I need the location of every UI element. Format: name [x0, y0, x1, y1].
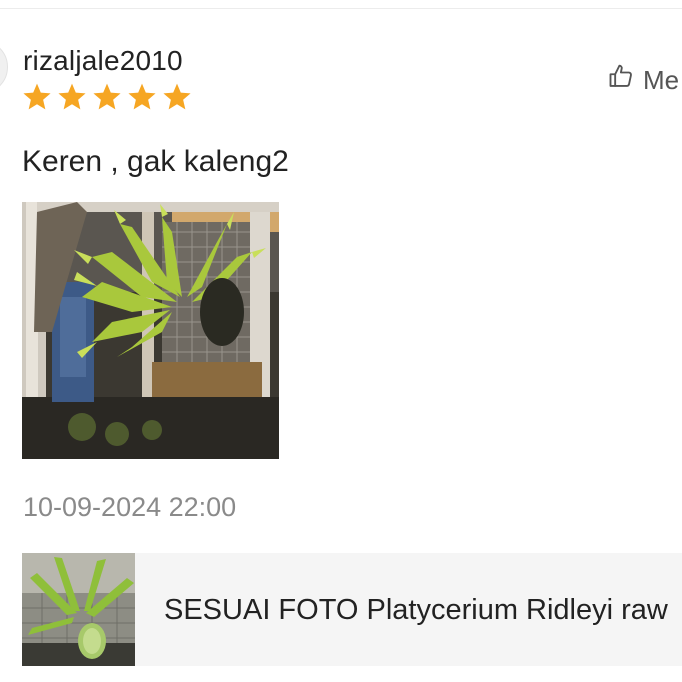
avatar[interactable]	[0, 40, 8, 94]
staghorn-fern-photo	[22, 202, 279, 459]
review-timestamp: 10-09-2024 22:00	[23, 492, 237, 522]
star-icon	[21, 82, 53, 112]
reviewer-username: rizaljale2010	[23, 45, 183, 76]
review-page: rizaljale2010 Me Keren , gak kaleng2 10-…	[0, 0, 682, 682]
product-name: SESUAI FOTO Platycerium Ridleyi raw	[164, 594, 668, 626]
star-icon	[56, 82, 88, 112]
product-card[interactable]: SESUAI FOTO Platycerium Ridleyi raw	[22, 553, 682, 666]
review-photo[interactable]	[22, 202, 279, 459]
product-thumbnail	[22, 553, 135, 666]
thumbs-up-icon	[607, 62, 635, 97]
top-divider	[0, 8, 682, 9]
helpful-label: Me	[643, 64, 680, 95]
review-comment: Keren , gak kaleng2	[22, 145, 289, 178]
helpful-button[interactable]: Me	[607, 62, 679, 97]
staghorn-fern-thumbnail	[22, 553, 135, 666]
star-icon	[126, 82, 158, 112]
star-rating	[21, 82, 193, 112]
star-icon	[161, 82, 193, 112]
star-icon	[91, 82, 123, 112]
